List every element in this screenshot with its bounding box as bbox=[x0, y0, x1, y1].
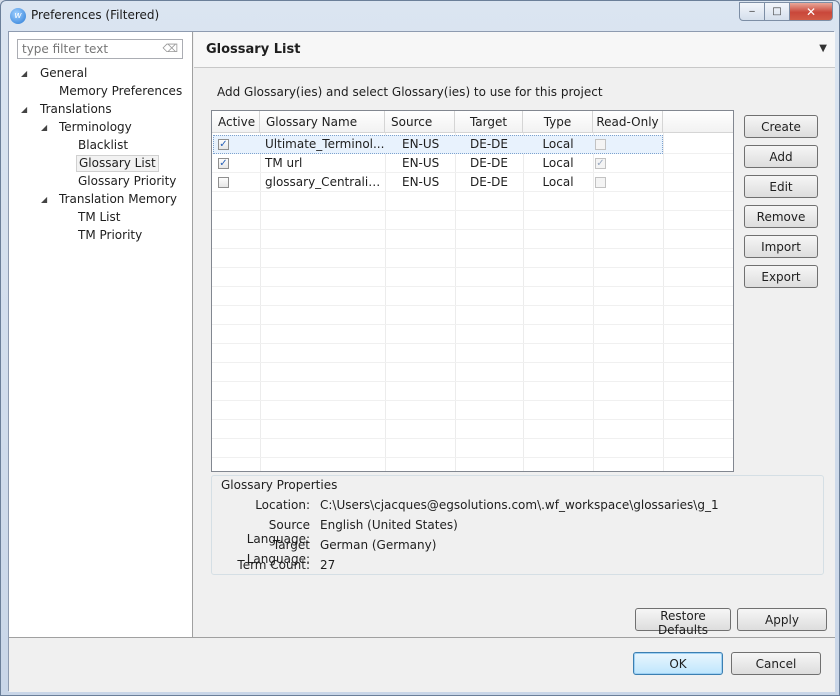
remove-button[interactable]: Remove bbox=[744, 205, 818, 228]
glossary-table[interactable]: Active Glossary Name Source Target Type … bbox=[211, 110, 734, 472]
glossary-name-cell: TM url bbox=[265, 156, 303, 170]
target-language-value: German (Germany) bbox=[320, 538, 437, 552]
minimize-button[interactable]: ‒ bbox=[739, 2, 765, 21]
source-cell: EN-US bbox=[402, 175, 440, 189]
filter-box: ⌫ bbox=[17, 39, 183, 59]
page-title: Glossary List bbox=[206, 42, 301, 57]
active-checkbox[interactable]: ✓ bbox=[218, 158, 229, 169]
source-language-value: English (United States) bbox=[320, 518, 458, 532]
expanded-arrow-icon[interactable]: ◢ bbox=[21, 101, 31, 118]
page-header: Glossary List ▼ bbox=[194, 32, 835, 68]
empty-row bbox=[212, 249, 733, 268]
glossary-name-cell: Ultimate_Terminol... bbox=[265, 137, 385, 151]
expanded-arrow-icon[interactable]: ◢ bbox=[41, 119, 51, 136]
table-row[interactable]: ✓ Ultimate_Terminol... EN-US DE-DE Local bbox=[212, 135, 733, 154]
column-header-read-only[interactable]: Read-Only bbox=[593, 111, 663, 133]
empty-row bbox=[212, 382, 733, 401]
type-cell: Local bbox=[542, 156, 574, 170]
page-description: Add Glossary(ies) and select Glossary(ie… bbox=[217, 85, 603, 99]
target-cell: DE-DE bbox=[470, 137, 508, 151]
target-cell: DE-DE bbox=[470, 156, 508, 170]
maximize-button[interactable]: □ bbox=[764, 2, 790, 21]
filter-input[interactable] bbox=[18, 40, 158, 58]
empty-row bbox=[212, 287, 733, 306]
cancel-button[interactable]: Cancel bbox=[731, 652, 821, 675]
empty-row bbox=[212, 420, 733, 439]
clear-filter-icon[interactable]: ⌫ bbox=[162, 42, 178, 55]
location-label: Location: bbox=[255, 498, 310, 512]
glossary-properties-group: Glossary Properties Location: C:\Users\c… bbox=[211, 475, 824, 575]
view-menu-icon[interactable]: ▼ bbox=[819, 43, 827, 54]
type-cell: Local bbox=[542, 175, 574, 189]
preferences-tree-pane: ⌫ ◢ General Memory Preferences ◢ Transla… bbox=[9, 32, 193, 637]
apply-button[interactable]: Apply bbox=[737, 608, 827, 631]
empty-row bbox=[212, 325, 733, 344]
preferences-window: w Preferences (Filtered) ‒ □ ✕ ⌫ ◢ Gener… bbox=[0, 0, 840, 696]
dialog-footer: OK Cancel bbox=[9, 637, 835, 692]
export-button[interactable]: Export bbox=[744, 265, 818, 288]
title-bar[interactable]: w Preferences (Filtered) ‒ □ ✕ bbox=[1, 1, 839, 31]
preference-page: Glossary List ▼ Add Glossary(ies) and se… bbox=[194, 32, 835, 637]
empty-row bbox=[212, 192, 733, 211]
table-row[interactable]: glossary_Centraliza... EN-US DE-DE Local bbox=[212, 173, 733, 192]
empty-row bbox=[212, 268, 733, 287]
empty-row bbox=[212, 211, 733, 230]
restore-defaults-button[interactable]: Restore Defaults bbox=[635, 608, 731, 637]
expanded-arrow-icon[interactable]: ◢ bbox=[21, 65, 31, 82]
edit-button[interactable]: Edit bbox=[744, 175, 818, 198]
source-cell: EN-US bbox=[402, 137, 440, 151]
empty-row bbox=[212, 439, 733, 458]
add-button[interactable]: Add bbox=[744, 145, 818, 168]
glossary-name-cell: glossary_Centraliza... bbox=[265, 175, 385, 189]
type-cell: Local bbox=[542, 137, 574, 151]
close-button[interactable]: ✕ bbox=[789, 2, 833, 21]
source-cell: EN-US bbox=[402, 156, 440, 170]
location-value: C:\Users\cjacques@egsolutions.com\.wf_wo… bbox=[320, 498, 719, 512]
read-only-checkbox bbox=[595, 177, 606, 188]
glossary-properties-legend: Glossary Properties bbox=[220, 478, 339, 492]
empty-row bbox=[212, 363, 733, 382]
read-only-checkbox bbox=[595, 139, 606, 150]
empty-row bbox=[212, 344, 733, 363]
import-button[interactable]: Import bbox=[744, 235, 818, 258]
app-icon: w bbox=[10, 8, 26, 24]
term-count-value: 27 bbox=[320, 558, 336, 572]
expanded-arrow-icon[interactable]: ◢ bbox=[41, 191, 51, 208]
ok-button[interactable]: OK bbox=[633, 652, 723, 675]
active-checkbox[interactable] bbox=[218, 177, 229, 188]
empty-row bbox=[212, 306, 733, 325]
empty-row bbox=[212, 230, 733, 249]
empty-row bbox=[212, 401, 733, 420]
active-checkbox[interactable]: ✓ bbox=[218, 139, 229, 150]
target-cell: DE-DE bbox=[470, 175, 508, 189]
column-header-target[interactable]: Target bbox=[455, 111, 523, 133]
table-header: Active Glossary Name Source Target Type … bbox=[212, 111, 733, 133]
create-button[interactable]: Create bbox=[744, 115, 818, 138]
window-controls: ‒ □ ✕ bbox=[739, 2, 833, 21]
read-only-checkbox: ✓ bbox=[595, 158, 606, 169]
dialog-client: ⌫ ◢ General Memory Preferences ◢ Transla… bbox=[8, 31, 835, 692]
table-row[interactable]: ✓ TM url EN-US DE-DE Local ✓ bbox=[212, 154, 733, 173]
column-header-active[interactable]: Active bbox=[212, 111, 260, 133]
column-header-type[interactable]: Type bbox=[523, 111, 593, 133]
column-header-source[interactable]: Source bbox=[385, 111, 455, 133]
window-title: Preferences (Filtered) bbox=[31, 8, 160, 22]
column-header-glossary-name[interactable]: Glossary Name bbox=[260, 111, 385, 133]
term-count-label: Term Count: bbox=[237, 558, 310, 572]
